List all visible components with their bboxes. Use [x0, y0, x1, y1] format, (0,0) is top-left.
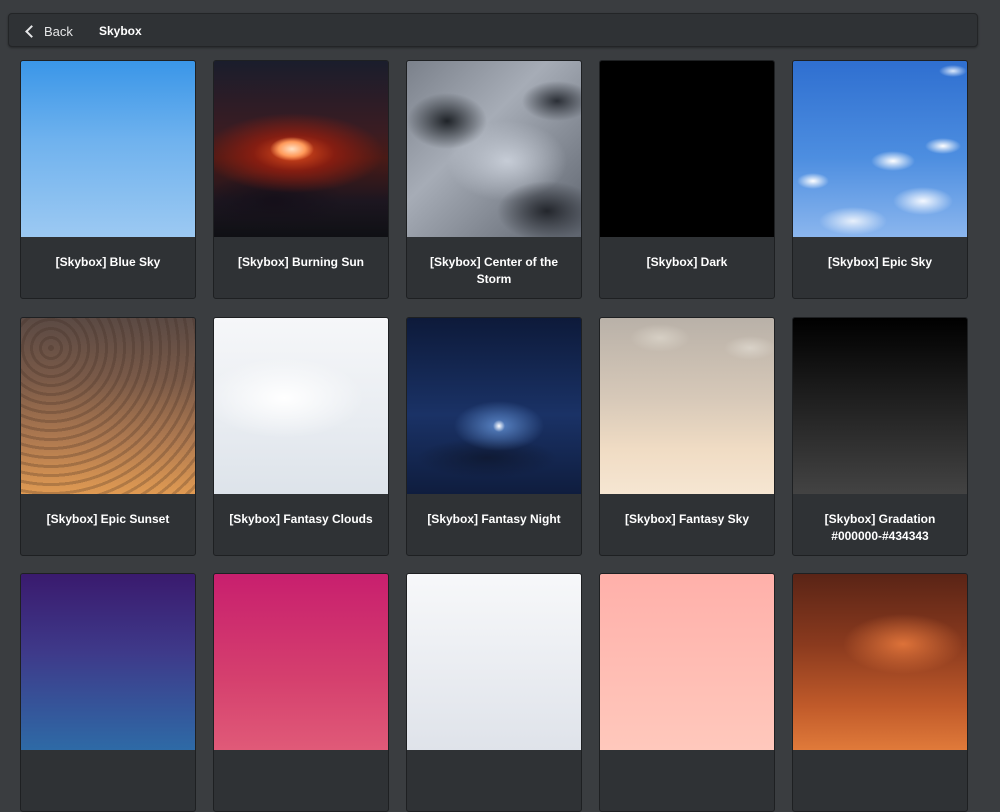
skybox-card-center-of-the-storm[interactable]: [Skybox] Center of the Storm	[406, 60, 582, 299]
skybox-card-burning-sun[interactable]: [Skybox] Burning Sun	[213, 60, 389, 299]
skybox-card-label: [Skybox] Fantasy Night	[427, 512, 561, 526]
skybox-thumbnail	[214, 574, 388, 750]
skybox-card-fantasy-night[interactable]: [Skybox] Fantasy Night	[406, 317, 582, 556]
skybox-card-label: [Skybox] Center of the Storm	[429, 255, 558, 286]
skybox-card[interactable]	[406, 573, 582, 812]
skybox-thumbnail	[793, 574, 967, 750]
skybox-card-label: [Skybox] Dark	[646, 255, 728, 269]
skybox-thumbnail	[214, 61, 388, 237]
skybox-card-gradation[interactable]: [Skybox] Gradation #000000-#434343	[792, 317, 968, 556]
skybox-card-blue-sky[interactable]: [Skybox] Blue Sky	[20, 60, 196, 299]
skybox-card-label: [Skybox] Gradation #000000-#434343	[824, 512, 936, 543]
skybox-thumbnail	[407, 61, 581, 237]
skybox-thumbnail	[214, 318, 388, 494]
skybox-card-label: [Skybox] Epic Sunset	[46, 512, 170, 526]
skybox-thumbnail	[407, 574, 581, 750]
back-button[interactable]: Back	[25, 14, 73, 48]
skybox-card[interactable]	[213, 573, 389, 812]
skybox-card-dark[interactable]: [Skybox] Dark	[599, 60, 775, 299]
skybox-card-fantasy-sky[interactable]: [Skybox] Fantasy Sky	[599, 317, 775, 556]
skybox-card-label: [Skybox] Burning Sun	[238, 255, 364, 269]
skybox-thumbnail	[600, 61, 774, 237]
skybox-card-label: [Skybox] Fantasy Clouds	[229, 512, 373, 526]
skybox-card-label: [Skybox] Blue Sky	[55, 255, 161, 269]
skybox-thumbnail	[407, 318, 581, 494]
skybox-thumbnail	[793, 318, 967, 494]
skybox-thumbnail	[793, 61, 967, 237]
back-label: Back	[44, 23, 73, 39]
skybox-card-fantasy-clouds[interactable]: [Skybox] Fantasy Clouds	[213, 317, 389, 556]
skybox-card-epic-sky[interactable]: [Skybox] Epic Sky	[792, 60, 968, 299]
skybox-card-epic-sunset[interactable]: [Skybox] Epic Sunset	[20, 317, 196, 556]
top-bar: Back Skybox	[8, 13, 978, 47]
skybox-thumbnail	[600, 318, 774, 494]
skybox-card[interactable]	[792, 573, 968, 812]
skybox-card[interactable]	[20, 573, 196, 812]
chevron-left-icon	[25, 25, 38, 38]
skybox-thumbnail	[21, 574, 195, 750]
skybox-thumbnail	[600, 574, 774, 750]
skybox-thumbnail	[21, 318, 195, 494]
skybox-thumbnail	[21, 61, 195, 237]
skybox-card[interactable]	[599, 573, 775, 812]
skybox-card-label: [Skybox] Fantasy Sky	[624, 512, 750, 526]
skybox-card-label: [Skybox] Epic Sky	[827, 255, 933, 269]
breadcrumb-current: Skybox	[99, 24, 142, 38]
